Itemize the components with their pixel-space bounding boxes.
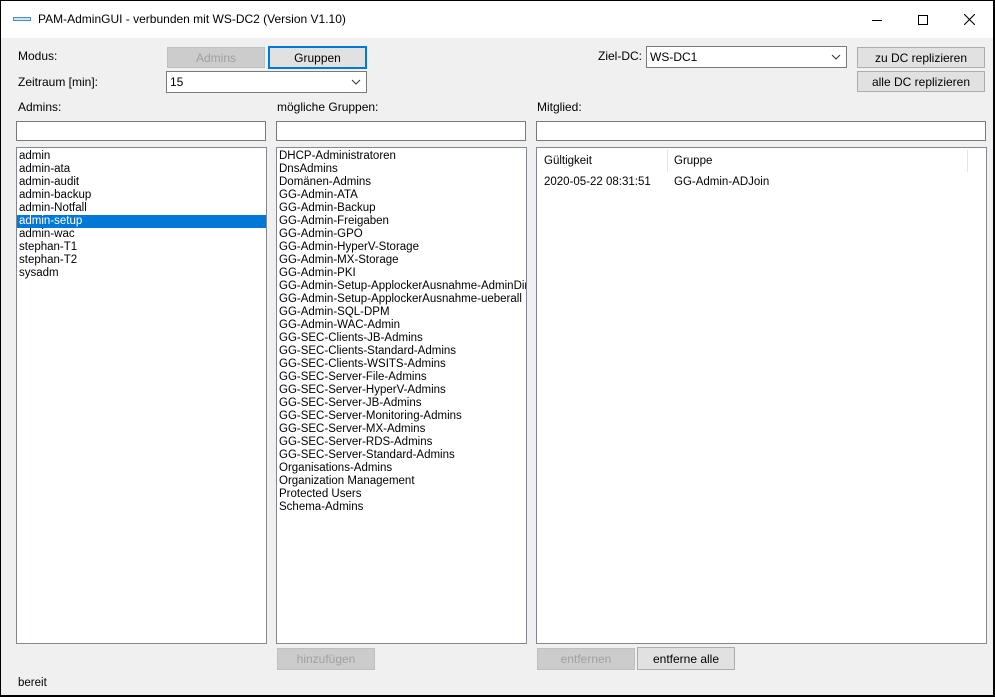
admin-list-item[interactable]: admin-audit xyxy=(17,176,266,189)
group-list-item[interactable]: Organisations-Admins xyxy=(277,462,526,475)
maximize-icon xyxy=(918,14,928,25)
remove-button[interactable]: entfernen xyxy=(537,648,635,670)
group-list-item[interactable]: GG-SEC-Server-MX-Admins xyxy=(277,423,526,436)
zeitraum-value: 15 xyxy=(170,75,184,89)
title-bar: PAM-AdminGUI - verbunden mit WS-DC2 (Ver… xyxy=(1,1,993,38)
group-list-item[interactable]: GG-Admin-Setup-ApplockerAusnahme-AdminDi… xyxy=(277,280,526,293)
ziel-dc-label: Ziel-DC: xyxy=(598,49,642,63)
admin-list-item[interactable]: stephan-T1 xyxy=(17,241,266,254)
group-list-item[interactable]: GG-SEC-Server-File-Admins xyxy=(277,371,526,384)
close-icon xyxy=(963,14,975,25)
column-divider xyxy=(967,150,968,172)
group-list-item[interactable]: GG-SEC-Clients-JB-Admins xyxy=(277,332,526,345)
group-list-item[interactable]: Domänen-Admins xyxy=(277,176,526,189)
group-list-item[interactable]: Organization Management xyxy=(277,475,526,488)
groups-list[interactable]: DHCP-Administratoren DnsAdmins Domänen-Adm… xyxy=(276,147,527,644)
chevron-down-icon xyxy=(831,54,841,60)
minimize-button[interactable] xyxy=(854,1,900,38)
group-list-item[interactable]: DHCP-Administratoren xyxy=(277,150,526,163)
group-list-item[interactable]: GG-Admin-ATA xyxy=(277,189,526,202)
remove-all-button[interactable]: entferne alle xyxy=(637,647,735,670)
zeitraum-label: Zeitraum [min]: xyxy=(18,75,99,89)
group-list-item[interactable]: GG-Admin-PKI xyxy=(277,267,526,280)
admin-list-item[interactable]: admin-ata xyxy=(17,163,266,176)
group-list-item[interactable]: Protected Users xyxy=(277,488,526,501)
ziel-dc-select[interactable]: WS-DC1 xyxy=(646,46,847,68)
chevron-down-icon xyxy=(351,79,361,85)
group-list-item[interactable]: GG-Admin-MX-Storage xyxy=(277,254,526,267)
group-list-item[interactable]: GG-Admin-WAC-Admin xyxy=(277,319,526,332)
close-button[interactable] xyxy=(946,1,992,38)
replicate-all-dc-button[interactable]: alle DC replizieren xyxy=(857,71,985,92)
admin-list-item[interactable]: sysadm xyxy=(17,267,266,280)
zeitraum-select[interactable]: 15 xyxy=(166,71,367,93)
status-text: bereit xyxy=(18,677,47,689)
app-window-icon xyxy=(13,17,31,21)
group-list-item[interactable]: GG-SEC-Server-RDS-Admins xyxy=(277,436,526,449)
admins-filter-input[interactable] xyxy=(16,121,266,141)
admin-list-item[interactable]: admin-Notfall xyxy=(17,202,266,215)
admins-label: Admins: xyxy=(18,100,62,114)
admins-list[interactable]: admin admin-ata admin-audit admin-backup adm… xyxy=(16,147,267,644)
group-list-item[interactable]: GG-Admin-Setup-ApplockerAusnahme-ueberal… xyxy=(277,293,526,306)
admins-mode-button[interactable]: Admins xyxy=(167,47,265,68)
groups-label: mögliche Gruppen: xyxy=(277,100,379,114)
group-list-item[interactable]: GG-SEC-Server-Standard-Admins xyxy=(277,449,526,462)
column-header-gueltigkeit[interactable]: Gültigkeit xyxy=(544,149,592,173)
admin-list-item[interactable]: admin-setup xyxy=(17,215,266,228)
column-divider xyxy=(667,150,668,172)
group-list-item[interactable]: GG-SEC-Clients-Standard-Admins xyxy=(277,345,526,358)
member-filter-input[interactable] xyxy=(536,121,986,141)
group-list-item[interactable]: GG-Admin-Backup xyxy=(277,202,526,215)
group-list-item[interactable]: GG-Admin-SQL-DPM xyxy=(277,306,526,319)
group-list-item[interactable]: DnsAdmins xyxy=(277,163,526,176)
groups-filter-input[interactable] xyxy=(276,121,526,141)
replicate-to-dc-button[interactable]: zu DC replizieren xyxy=(857,47,985,68)
group-list-item[interactable]: GG-Admin-GPO xyxy=(277,228,526,241)
main-window: PAM-AdminGUI - verbunden mit WS-DC2 (Ver… xyxy=(1,1,993,695)
admin-list-item[interactable]: admin-wac xyxy=(17,228,266,241)
window-title: PAM-AdminGUI - verbunden mit WS-DC2 (Ver… xyxy=(38,12,346,26)
column-header-gruppe[interactable]: Gruppe xyxy=(674,149,712,173)
admin-list-item[interactable]: admin xyxy=(17,150,266,163)
modus-label: Modus: xyxy=(18,49,58,63)
maximize-button[interactable] xyxy=(900,1,946,38)
ziel-dc-value: WS-DC1 xyxy=(650,50,698,64)
minimize-icon xyxy=(872,19,882,21)
admin-list-item[interactable]: stephan-T2 xyxy=(17,254,266,267)
gruppen-mode-button[interactable]: Gruppen xyxy=(268,46,367,69)
group-list-item[interactable]: GG-SEC-Server-HyperV-Admins xyxy=(277,384,526,397)
group-list-item[interactable]: GG-SEC-Clients-WSITS-Admins xyxy=(277,358,526,371)
member-listview[interactable]: Gültigkeit Gruppe 2020-05-22 08:31:51 GG… xyxy=(536,147,987,644)
add-button[interactable]: hinzufügen xyxy=(277,648,375,670)
member-row-gruppe[interactable]: GG-Admin-ADJoin xyxy=(674,176,769,188)
admin-list-item[interactable]: admin-backup xyxy=(17,189,266,202)
group-list-item[interactable]: Schema-Admins xyxy=(277,501,526,514)
group-list-item[interactable]: GG-SEC-Server-JB-Admins xyxy=(277,397,526,410)
group-list-item[interactable]: GG-SEC-Server-Monitoring-Admins xyxy=(277,410,526,423)
group-list-item[interactable]: GG-Admin-HyperV-Storage xyxy=(277,241,526,254)
member-row-gueltigkeit[interactable]: 2020-05-22 08:31:51 xyxy=(544,176,651,188)
group-list-item[interactable]: GG-Admin-Freigaben xyxy=(277,215,526,228)
member-label: Mitglied: xyxy=(537,100,582,114)
